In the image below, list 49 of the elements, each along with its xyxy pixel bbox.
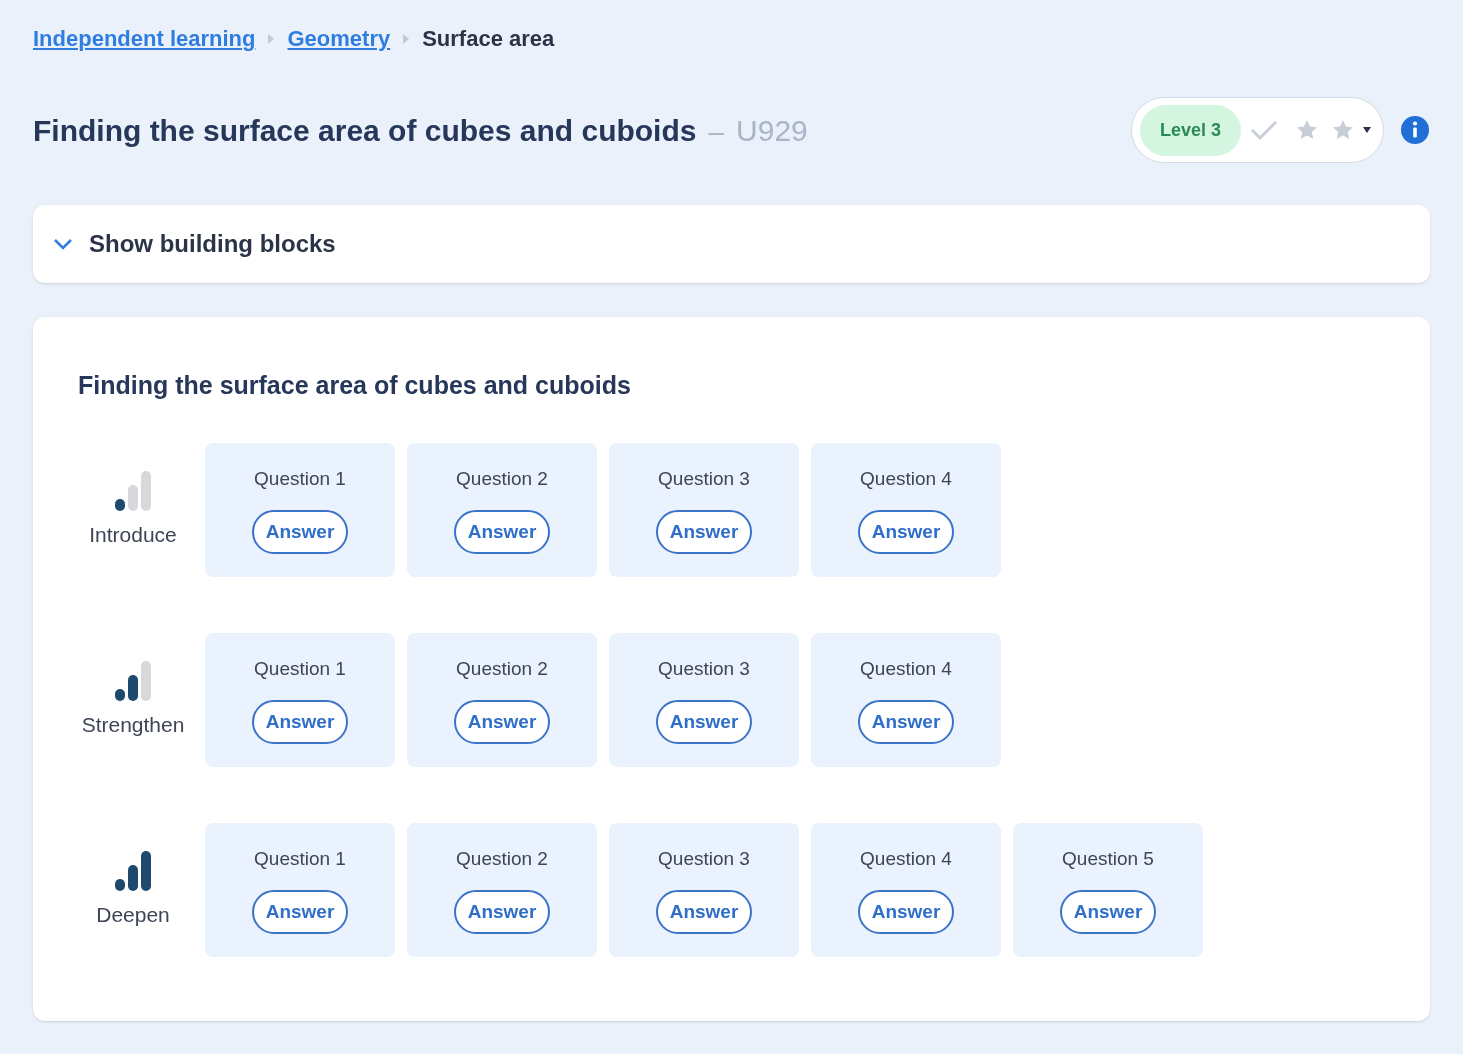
question-label: Question 3: [658, 847, 750, 871]
answer-button[interactable]: Answer: [1059, 889, 1157, 934]
answer-button[interactable]: Answer: [857, 699, 955, 744]
question-label: Question 2: [456, 847, 548, 871]
answer-button[interactable]: Answer: [453, 509, 551, 554]
question-label: Question 2: [456, 467, 548, 491]
answer-button[interactable]: Answer: [655, 509, 753, 554]
section-title: Finding the surface area of cubes and cuboids: [78, 370, 632, 401]
answer-button[interactable]: Answer: [655, 889, 753, 934]
difficulty-label: Deepen: [96, 901, 170, 928]
question-label: Question 4: [860, 657, 952, 681]
question-label: Question 5: [1062, 847, 1154, 871]
question-label: Question 1: [254, 657, 346, 681]
breadcrumb-current: Surface area: [422, 25, 555, 53]
star-icon: [1331, 118, 1355, 142]
answer-button[interactable]: Answer: [251, 889, 349, 934]
page-title: Finding the surface area of cubes and cuboids: [33, 112, 697, 149]
answer-button[interactable]: Answer: [655, 699, 753, 744]
progress-pill[interactable]: Level 3: [1130, 97, 1384, 163]
question-label: Question 3: [658, 657, 750, 681]
caret-icon: [1363, 127, 1371, 133]
answer-button[interactable]: Answer: [453, 699, 551, 744]
breadcrumb-link[interactable]: Independent learning: [33, 22, 256, 55]
chevron-down-icon: [53, 238, 73, 250]
question-label: Question 3: [658, 467, 750, 491]
chevron-right-icon: [402, 32, 411, 45]
show-building-blocks-toggle[interactable]: Show building blocks: [33, 205, 1430, 283]
level-badge: Level 3: [1139, 104, 1241, 156]
answer-button[interactable]: Answer: [857, 889, 955, 934]
question-label: Question 1: [254, 847, 346, 871]
difficulty-label: Introduce: [89, 521, 177, 548]
answer-button[interactable]: Answer: [251, 699, 349, 744]
info-icon[interactable]: [1400, 115, 1430, 145]
answer-button[interactable]: Answer: [453, 889, 551, 934]
answer-button[interactable]: Answer: [857, 509, 955, 554]
difficulty-bars-icon: [113, 468, 153, 511]
question-label: Question 2: [456, 657, 548, 681]
difficulty-label: Strengthen: [81, 711, 185, 738]
star-icon: [1295, 118, 1319, 142]
question-label: Question 4: [860, 847, 952, 871]
answer-button[interactable]: Answer: [251, 509, 349, 554]
question-label: Question 1: [254, 467, 346, 491]
unit-code: U929: [736, 112, 808, 149]
title-separator: –: [708, 114, 725, 149]
difficulty-bars-icon: [113, 658, 153, 701]
chevron-right-icon: [267, 32, 276, 45]
question-label: Question 4: [860, 467, 952, 491]
difficulty-bars-icon: [113, 848, 153, 891]
breadcrumb-link[interactable]: Geometry: [287, 22, 391, 55]
